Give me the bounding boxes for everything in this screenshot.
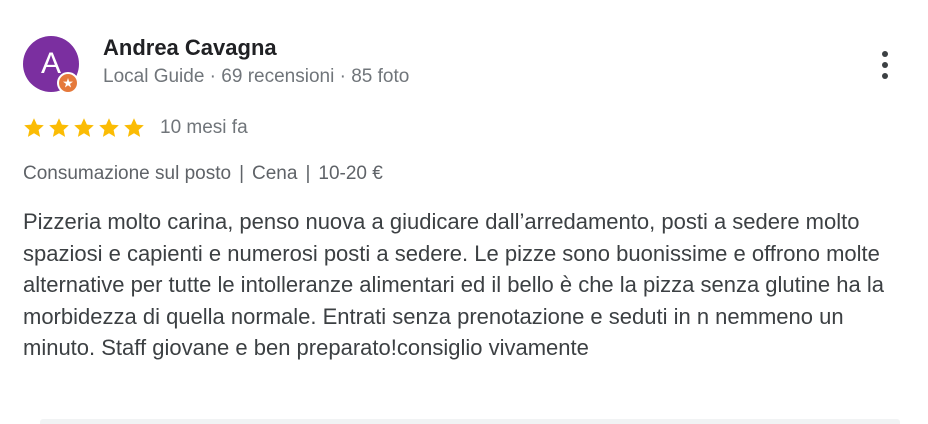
star-icon [124, 118, 144, 137]
tag-service: Consumazione sul posto [23, 163, 232, 184]
star-icon [24, 118, 44, 137]
tag-separator: | [305, 163, 311, 184]
divider [40, 419, 900, 424]
avatar[interactable]: A [23, 36, 79, 94]
author-name[interactable]: Andrea Cavagna [103, 35, 277, 61]
author-meta: Local Guide · 69 recensioni · 85 foto [103, 66, 410, 87]
star-icon [74, 118, 94, 137]
rating-row: 10 mesi fa [22, 115, 248, 141]
star-icon [49, 118, 69, 137]
tag-meal: Cena [252, 163, 298, 184]
tag-price: 10-20 € [318, 163, 383, 184]
more-vert-icon-dot [882, 62, 888, 68]
review-date: 10 mesi fa [160, 117, 248, 138]
review-card: A Andrea Cavagna Local Guide · 69 recens… [0, 0, 928, 424]
review-tags: Consumazione sul posto | Cena | 10-20 € [23, 163, 383, 185]
tag-separator: | [239, 163, 245, 184]
star-rating [22, 116, 146, 140]
more-options-button[interactable] [868, 44, 902, 86]
more-vert-icon [882, 51, 888, 57]
review-text: Pizzeria molto carina, penso nuova a giu… [23, 209, 884, 360]
more-vert-icon-dot [882, 73, 888, 79]
star-icon [99, 118, 119, 137]
local-guide-badge-icon [57, 72, 79, 94]
